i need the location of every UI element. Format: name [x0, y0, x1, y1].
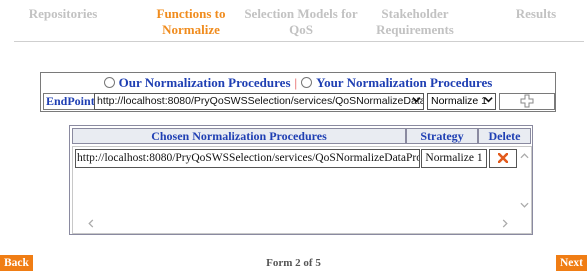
plus-icon	[520, 94, 534, 112]
our-procedures-label: Our Normalization Procedures	[118, 75, 291, 90]
endpoint-select[interactable]: http://localhost:8080/PryQoSWSSelection/…	[94, 93, 424, 110]
endpoint-row: EndPoint: http://localhost:8080/PryQoSWS…	[41, 92, 555, 110]
next-button[interactable]: Next	[556, 255, 587, 271]
form-progress-text: Form 2 of 5	[266, 257, 321, 269]
chevron-down-icon	[483, 95, 494, 106]
table-scroll-area[interactable]: http://localhost:8080/PryQoSWSSelection/…	[72, 146, 532, 234]
your-procedures-label: Your Normalization Procedures	[316, 75, 493, 90]
header-delete: Delete	[478, 128, 531, 144]
chevron-right-icon[interactable]	[501, 219, 509, 231]
horizontal-scrollbar[interactable]	[73, 219, 531, 233]
wizard-divider	[14, 41, 584, 42]
procedures-panel: Our Normalization Procedures | Your Normal…	[40, 72, 556, 112]
vertical-scrollbar[interactable]	[518, 147, 531, 219]
header-chosen-procedures: Chosen Normalization Procedures	[72, 128, 406, 144]
header-strategy: Strategy	[406, 128, 478, 144]
strategy-cell: Normalize 1	[421, 149, 487, 168]
step-selection-models-for-qos[interactable]: Selection Models for QoS	[238, 6, 364, 38]
radio-circle-icon	[103, 77, 115, 88]
wizard-steps: Repositories Functions to Normalize Sele…	[0, 6, 587, 42]
chevron-up-icon[interactable]	[520, 151, 529, 163]
endpoint-label: EndPoint:	[43, 93, 102, 110]
chevron-left-icon[interactable]	[87, 219, 95, 231]
step-results[interactable]: Results	[506, 6, 566, 22]
delete-row-button[interactable]	[489, 149, 517, 168]
radio-separator: |	[294, 75, 298, 90]
your-procedures-radio[interactable]: Your Normalization Procedures	[301, 75, 492, 90]
chosen-procedures-table: Chosen Normalization Procedures Strategy…	[69, 125, 533, 235]
chevron-down-icon	[411, 95, 422, 106]
step-functions-to-normalize[interactable]: Functions to Normalize	[143, 6, 239, 38]
radio-circle-icon	[301, 77, 313, 88]
step-stakeholder-requirements[interactable]: Stakeholder Requirements	[372, 6, 458, 38]
strategy-select[interactable]: Normalize 1	[427, 93, 496, 110]
procedure-cell: http://localhost:8080/PryQoSWSSelection/…	[75, 149, 420, 168]
procedure-source-radios: Our Normalization Procedures | Your Normal…	[41, 75, 555, 90]
endpoint-select-value: http://localhost:8080/PryQoSWSSelection/…	[97, 95, 424, 107]
step-repositories[interactable]: Repositories	[18, 6, 108, 22]
add-procedure-button[interactable]	[499, 93, 555, 110]
chevron-down-icon[interactable]	[520, 200, 529, 212]
our-procedures-radio[interactable]: Our Normalization Procedures	[103, 75, 291, 90]
strategy-select-value: Normalize 1	[431, 95, 488, 107]
close-icon	[497, 152, 509, 164]
